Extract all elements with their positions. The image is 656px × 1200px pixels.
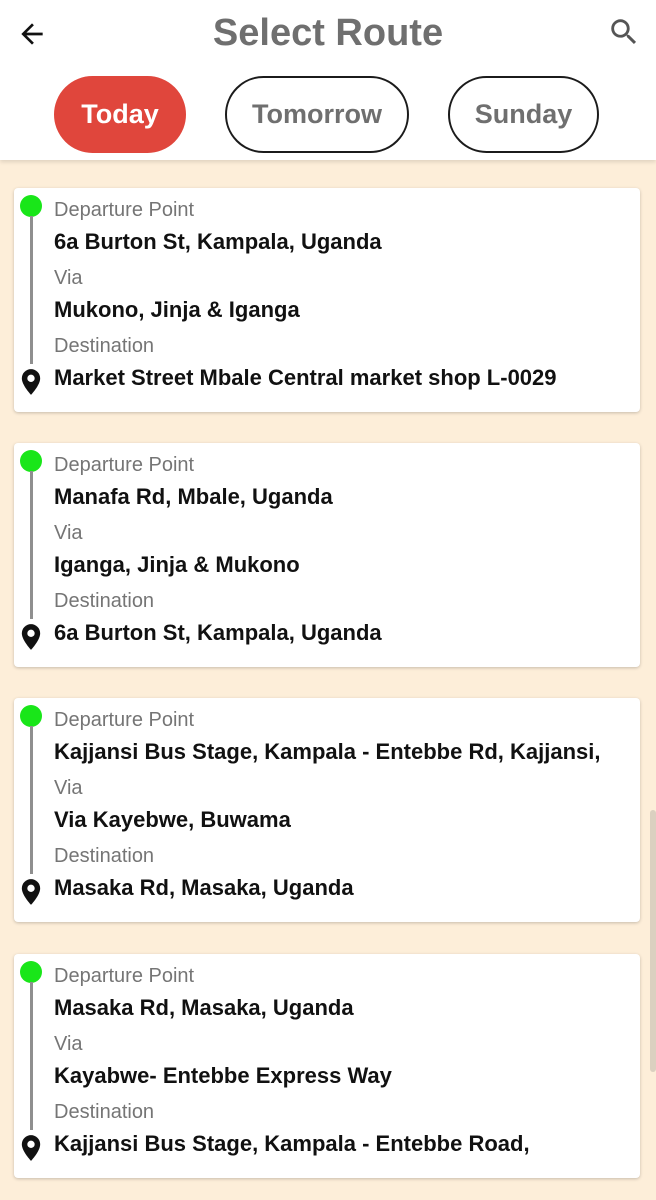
via-value: Kayabwe- Entebbe Express Way [54,1063,392,1088]
app-header: Select Route Today Tomorrow Sunday [0,0,656,160]
departure-value: Masaka Rd, Masaka, Uganda [54,995,354,1020]
page-title: Select Route [212,12,444,54]
start-dot-icon [20,705,42,727]
destination-value: Masaka Rd, Masaka, Uganda [54,875,354,900]
route-card[interactable]: Departure Point Masaka Rd, Masaka, Ugand… [14,954,640,1178]
departure-label: Departure Point [54,709,195,731]
map-pin-icon [21,1135,41,1161]
destination-label: Destination [54,1101,155,1123]
destination-label: Destination [54,590,155,612]
route-line [29,982,33,1130]
departure-label: Departure Point [54,454,195,476]
departure-label: Departure Point [54,199,195,221]
map-pin-icon [21,879,41,905]
destination-value: Market Street Mbale Central market shop … [54,365,557,390]
start-dot-icon [20,961,42,983]
via-value: Iganga, Jinja & Mukono [54,552,300,577]
departure-value: 6a Burton St, Kampala, Uganda [54,229,382,254]
route-line [29,471,33,619]
tab-today[interactable]: Today [54,76,186,153]
day-tabs: Today Tomorrow Sunday [0,76,656,154]
departure-value: Kajjansi Bus Stage, Kampala - Entebbe Rd… [54,739,601,764]
departure-label: Departure Point [54,965,195,987]
destination-label: Destination [54,335,155,357]
route-line [29,726,33,874]
scrollbar-thumb[interactable] [650,810,656,1072]
route-card[interactable]: Departure Point 6a Burton St, Kampala, U… [14,188,640,412]
via-label: Via [54,777,83,799]
via-label: Via [54,1033,83,1055]
via-label: Via [54,522,83,544]
destination-label: Destination [54,845,155,867]
tab-tomorrow[interactable]: Tomorrow [225,76,409,153]
tab-sunday[interactable]: Sunday [448,76,599,153]
destination-value: Kajjansi Bus Stage, Kampala - Entebbe Ro… [54,1131,530,1156]
via-label: Via [54,267,83,289]
departure-value: Manafa Rd, Mbale, Uganda [54,484,333,509]
map-pin-icon [21,624,41,650]
map-pin-icon [21,369,41,395]
destination-value: 6a Burton St, Kampala, Uganda [54,620,382,645]
route-card[interactable]: Departure Point Kajjansi Bus Stage, Kamp… [14,698,640,922]
start-dot-icon [20,450,42,472]
start-dot-icon [20,195,42,217]
via-value: Mukono, Jinja & Iganga [54,297,300,322]
via-value: Via Kayebwe, Buwama [54,807,291,832]
search-icon [611,19,637,45]
route-line [29,216,33,364]
route-card[interactable]: Departure Point Manafa Rd, Mbale, Uganda… [14,443,640,667]
search-button[interactable] [604,12,644,52]
